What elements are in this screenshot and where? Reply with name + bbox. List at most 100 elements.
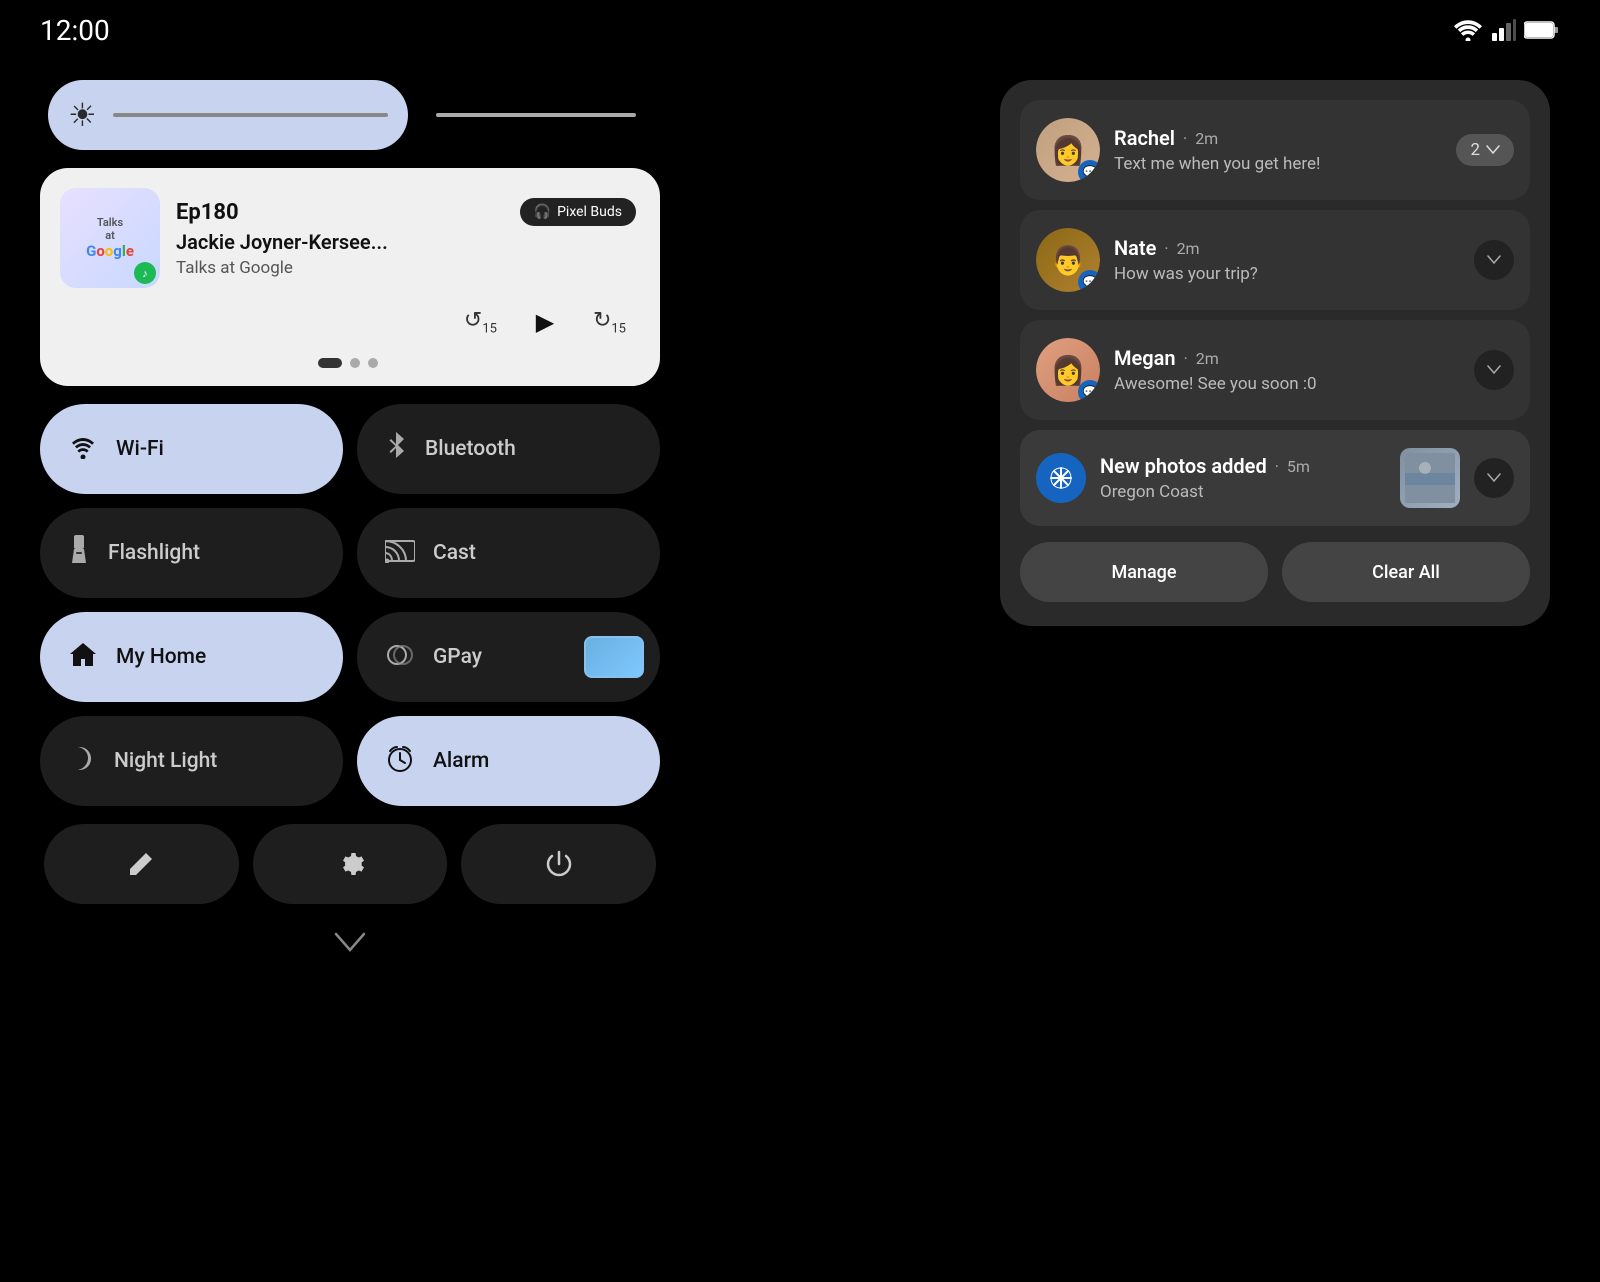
status-time: 12:00 — [40, 14, 110, 47]
rachel-time: 2m — [1195, 129, 1218, 148]
photos-message: Oregon Coast — [1100, 482, 1386, 502]
wifi-toggle[interactable]: Wi-Fi — [40, 404, 343, 494]
gpay-card — [584, 636, 644, 678]
forward-label: 15 — [611, 321, 626, 336]
nightlight-icon — [68, 744, 96, 779]
notification-actions: Manage Clear All — [1020, 542, 1530, 602]
power-button[interactable] — [461, 824, 656, 904]
megan-name: Megan — [1114, 346, 1176, 370]
message-badge-nate: 💬 — [1078, 270, 1100, 292]
edit-button[interactable] — [44, 824, 239, 904]
dot-2[interactable] — [350, 358, 360, 368]
manage-button[interactable]: Manage — [1020, 542, 1268, 602]
photos-content: New photos added · 5m Oregon Coast — [1100, 454, 1386, 502]
nightlight-toggle[interactable]: Night Light — [40, 716, 343, 806]
alarm-icon — [385, 743, 415, 780]
alarm-toggle[interactable]: Alarm — [357, 716, 660, 806]
gpay-toggle[interactable]: GPay — [357, 612, 660, 702]
battery-status-icon — [1524, 20, 1560, 40]
wifi-icon — [68, 433, 98, 466]
media-episode: Ep180 — [176, 200, 239, 225]
notifications-panel: 👩 💬 Rachel · 2m Text me when you get her… — [1000, 80, 1550, 626]
status-bar: 12:00 — [0, 0, 1600, 60]
myhome-icon — [68, 640, 98, 675]
left-panel: ☀ Talks at Google ♪ Ep180 — [40, 80, 660, 959]
brightness-icon: ☀ — [68, 96, 97, 134]
gpay-label: GPay — [433, 645, 482, 669]
myhome-toggle[interactable]: My Home — [40, 612, 343, 702]
flashlight-toggle[interactable]: Flashlight — [40, 508, 343, 598]
media-card: Talks at Google ♪ Ep180 🎧 Pixel Buds Jac… — [40, 168, 660, 386]
play-button[interactable]: ▶ — [521, 298, 569, 346]
rewind-label: 15 — [482, 321, 497, 336]
nate-name: Nate — [1114, 236, 1156, 260]
media-artwork: Talks at Google ♪ — [60, 188, 160, 288]
rachel-count-badge[interactable]: 2 — [1456, 134, 1514, 166]
settings-button[interactable] — [253, 824, 448, 904]
dot-3[interactable] — [368, 358, 378, 368]
nate-expand[interactable] — [1474, 240, 1514, 280]
megan-header: Megan · 2m — [1114, 346, 1460, 370]
nate-time: 2m — [1177, 239, 1200, 258]
rachel-message: Text me when you get here! — [1114, 154, 1442, 174]
wifi-label: Wi-Fi — [116, 437, 164, 461]
cast-label: Cast — [433, 541, 476, 565]
photos-icon — [1036, 453, 1086, 503]
nightlight-label: Night Light — [114, 749, 217, 773]
nate-content: Nate · 2m How was your trip? — [1114, 236, 1460, 284]
megan-time: 2m — [1196, 349, 1219, 368]
media-subtitle: Talks at Google — [176, 258, 636, 278]
media-artwork-text: Talks at Google — [86, 216, 134, 260]
notification-rachel[interactable]: 👩 💬 Rachel · 2m Text me when you get her… — [1020, 100, 1530, 200]
photos-thumbnail — [1400, 448, 1460, 508]
notification-megan[interactable]: 👩 💬 Megan · 2m Awesome! See you soon :0 — [1020, 320, 1530, 420]
myhome-label: My Home — [116, 645, 206, 669]
talks-label: Talks — [97, 216, 123, 229]
rachel-header: Rachel · 2m — [1114, 126, 1442, 150]
rachel-name: Rachel — [1114, 126, 1175, 150]
forward-button[interactable]: ↻15 — [593, 308, 626, 336]
spotify-badge: ♪ — [134, 262, 156, 284]
brightness-control[interactable]: ☀ — [48, 80, 408, 150]
rachel-content: Rachel · 2m Text me when you get here! — [1114, 126, 1442, 174]
google-label: Google — [86, 242, 134, 260]
nate-header: Nate · 2m — [1114, 236, 1460, 260]
nate-avatar: 👨 💬 — [1036, 228, 1100, 292]
chevron-down[interactable] — [40, 926, 660, 959]
megan-message: Awesome! See you soon :0 — [1114, 374, 1460, 394]
media-title: Jackie Joyner-Kersee... — [176, 230, 636, 254]
notification-photos[interactable]: New photos added · 5m Oregon Coast — [1020, 430, 1530, 526]
status-icons — [1452, 19, 1560, 41]
media-top: Talks at Google ♪ Ep180 🎧 Pixel Buds Jac… — [60, 188, 636, 288]
rachel-count: 2 — [1470, 140, 1480, 160]
media-controls: ↺15 ▶ ↻15 — [60, 298, 636, 346]
photos-time: 5m — [1287, 457, 1310, 476]
message-badge-megan: 💬 — [1078, 380, 1100, 402]
rewind-button[interactable]: ↺15 — [464, 308, 497, 336]
brightness-track[interactable] — [113, 113, 388, 117]
dot-1[interactable] — [318, 358, 342, 368]
bluetooth-toggle[interactable]: Bluetooth — [357, 404, 660, 494]
flashlight-label: Flashlight — [108, 541, 200, 565]
megan-expand[interactable] — [1474, 350, 1514, 390]
photos-name: New photos added — [1100, 454, 1267, 478]
gpay-icon — [385, 641, 415, 674]
media-dots — [60, 358, 636, 368]
flashlight-icon — [68, 535, 90, 572]
bluetooth-label: Bluetooth — [425, 437, 516, 461]
at-label: at — [105, 229, 115, 242]
alarm-label: Alarm — [433, 749, 489, 773]
nate-message: How was your trip? — [1114, 264, 1460, 284]
megan-avatar: 👩 💬 — [1036, 338, 1100, 402]
photos-expand[interactable] — [1474, 458, 1514, 498]
notification-nate[interactable]: 👨 💬 Nate · 2m How was your trip? — [1020, 210, 1530, 310]
cast-toggle[interactable]: Cast — [357, 508, 660, 598]
brightness-line — [436, 113, 636, 117]
photos-header: New photos added · 5m — [1100, 454, 1386, 478]
pixel-buds-label: Pixel Buds — [557, 204, 622, 220]
bottom-actions — [40, 824, 660, 904]
brightness-row: ☀ — [40, 80, 660, 150]
message-badge-rachel: 💬 — [1078, 160, 1100, 182]
media-info: Ep180 🎧 Pixel Buds Jackie Joyner-Kersee.… — [176, 198, 636, 278]
clear-all-button[interactable]: Clear All — [1282, 542, 1530, 602]
